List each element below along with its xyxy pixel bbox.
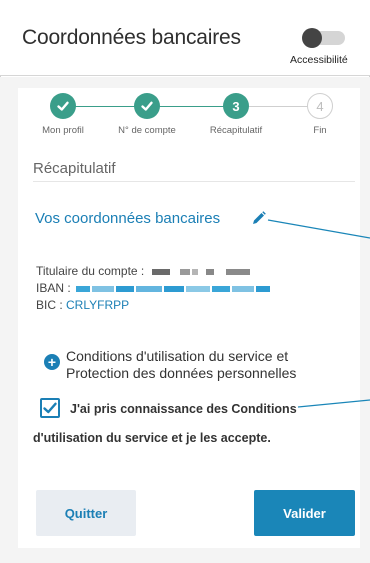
bic-row: BIC : CRLYFRPP [36,298,129,312]
annotation-lines [267,219,370,408]
step-numero-compte: N° de compte [102,93,192,136]
check-icon [134,93,160,119]
accept-label-line2: d'utilisation du service et je les accep… [33,431,271,445]
masked-value [151,264,252,278]
step-fin: 4 Fin [275,93,365,136]
accessibility-label: Accessibilité [290,54,348,66]
bic-label: BIC : [36,298,63,312]
holder-label: Titulaire du compte : [36,264,145,278]
accessibility-toggle[interactable] [302,28,345,48]
bic-value: CRLYFRPP [66,298,130,312]
account-holder-row: Titulaire du compte : [36,264,252,278]
accept-checkbox[interactable] [40,398,60,418]
section-title: Récapitulatif [33,160,116,177]
iban-label: IBAN : [36,281,71,295]
check-icon [50,93,76,119]
step-label: Récapitulatif [209,125,263,136]
checkmark-icon [43,402,57,414]
progress-stepper: Mon profil N° de compte 3 Récapitulatif … [18,93,360,143]
page-title: Coordonnées bancaires [22,26,241,49]
quit-button[interactable]: Quitter [36,490,136,536]
toggle-knob [302,28,322,48]
iban-row: IBAN : [36,281,272,295]
divider [33,181,355,182]
step-label: Fin [313,125,327,136]
step-label: Mon profil [42,125,84,136]
validate-button[interactable]: Valider [254,490,355,536]
masked-value [76,281,272,295]
bank-details-title: Vos coordonnées bancaires [35,210,221,227]
step-recapitulatif: 3 Récapitulatif [191,93,281,136]
step-label: N° de compte [118,125,176,136]
step-number: 4 [307,93,333,119]
step-mon-profil: Mon profil [18,93,108,136]
plus-circle-icon[interactable]: + [44,354,60,370]
page-header: Coordonnées bancaires Accessibilité [0,0,370,76]
step-number: 3 [223,93,249,119]
